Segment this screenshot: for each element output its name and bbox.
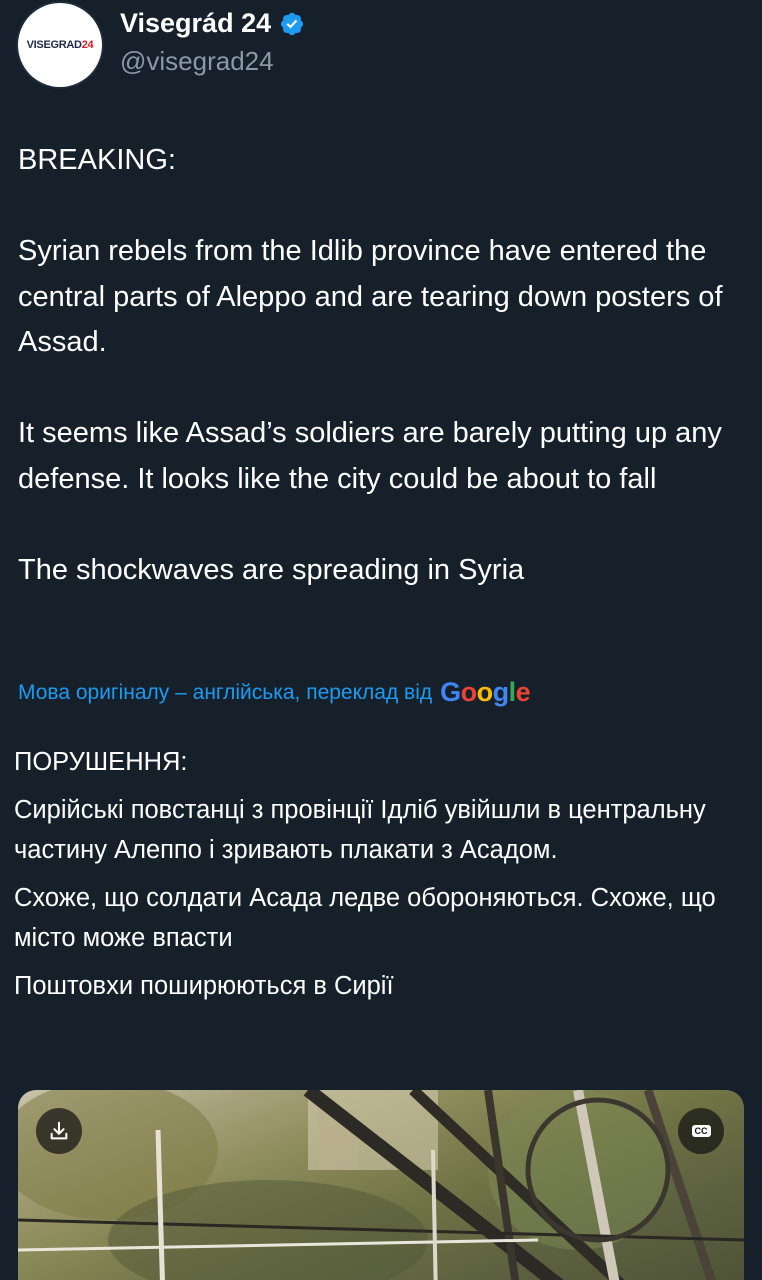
google-logo: Google — [440, 677, 531, 707]
author-handle[interactable]: @visegrad24 — [120, 46, 274, 77]
avatar-logo: VISEGRAD24 — [26, 39, 94, 51]
closed-captions-button[interactable]: CC — [678, 1108, 724, 1154]
translated-paragraph: ПОРУШЕННЯ: — [14, 748, 188, 776]
video-player[interactable]: CC — [18, 1090, 744, 1280]
tweet-paragraph: It seems like Assad’s soldiers are barel… — [18, 417, 722, 495]
tweet-paragraph: The shockwaves are spreading in Syria — [18, 553, 525, 586]
tweet-header: VISEGRAD24 Visegrád 24 @visegrad24 — [0, 0, 762, 100]
translation-attribution-text: Мова оригіналу – англійська, переклад ві… — [18, 680, 433, 704]
translated-paragraph: Поштовхи поширюються в Сирії — [14, 972, 394, 1000]
closed-captions-icon: CC — [691, 1125, 711, 1137]
download-button[interactable] — [36, 1108, 82, 1154]
tweet-text: BREAKING: Syrian rebels from the Idlib p… — [18, 138, 748, 593]
tweet-paragraph: BREAKING: — [18, 144, 176, 176]
tweet-paragraph: Syrian rebels from the Idlib province ha… — [18, 235, 723, 358]
verified-badge-icon — [281, 12, 304, 35]
avatar[interactable]: VISEGRAD24 — [18, 3, 102, 87]
download-icon — [50, 1121, 68, 1140]
translated-text: ПОРУШЕННЯ: Сирійські повстанці з провінц… — [14, 742, 749, 1014]
author-display-name[interactable]: Visegrád 24 — [120, 8, 271, 39]
translated-paragraph: Схоже, що солдати Асада ледве обороняють… — [14, 884, 716, 952]
video-frame — [18, 1090, 744, 1280]
translation-attribution-link[interactable]: Мова оригіналу – англійська, переклад ві… — [18, 677, 531, 708]
translated-paragraph: Сирійські повстанці з провінції Ідліб ув… — [14, 796, 706, 864]
author-name-row: Visegrád 24 — [120, 8, 305, 39]
